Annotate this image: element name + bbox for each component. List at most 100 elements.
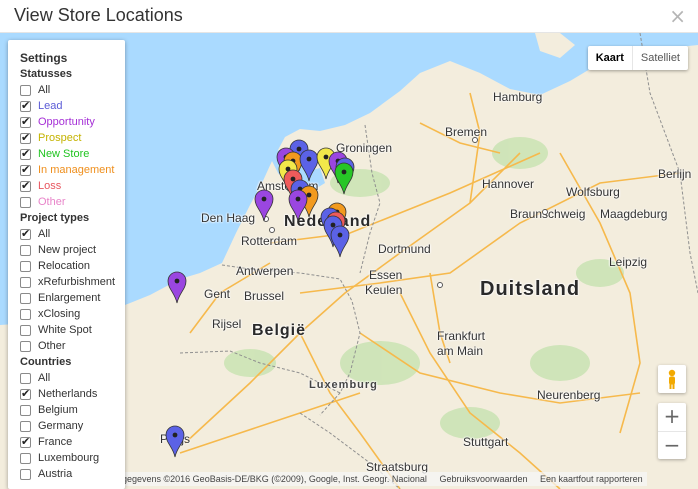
checkbox[interactable] <box>20 386 31 402</box>
checkbox[interactable] <box>20 420 31 432</box>
checkbox[interactable] <box>20 196 31 208</box>
terms-link[interactable]: Gebruiksvoorwaarden <box>439 474 527 484</box>
checkbox[interactable] <box>20 162 31 178</box>
countries-option[interactable]: Germany <box>20 418 125 434</box>
option-label: White Spot <box>38 324 92 336</box>
countries-option[interactable]: Belgium <box>20 402 125 418</box>
checkbox[interactable] <box>20 244 31 256</box>
ptypes-option[interactable]: Other <box>20 338 125 354</box>
map-type-satelliet-button[interactable]: Satelliet <box>631 46 688 70</box>
option-label: Belgium <box>38 404 78 416</box>
option-label: Germany <box>38 420 84 432</box>
store-pin-dot <box>337 232 343 238</box>
option-label: Austria <box>38 468 73 480</box>
statuses-option[interactable]: Lead <box>20 98 125 114</box>
checkbox[interactable] <box>20 84 31 96</box>
store-pin-icon[interactable] <box>254 189 274 222</box>
checkbox[interactable] <box>20 404 31 416</box>
store-pin-dot <box>295 196 301 202</box>
statuses-option[interactable]: New Store <box>20 146 125 162</box>
ptypes-option[interactable]: All <box>20 226 125 242</box>
store-pin-icon[interactable] <box>167 271 187 304</box>
dialog-header: View Store Locations × <box>0 0 698 33</box>
option-label: Relocation <box>38 260 90 272</box>
store-pin-icon[interactable] <box>334 162 354 195</box>
countries-option[interactable]: Austria <box>20 466 125 482</box>
option-label: xRefurbishment <box>38 276 116 288</box>
store-pin-icon[interactable] <box>288 189 308 222</box>
checkbox[interactable] <box>20 324 31 336</box>
statuses-heading: Statusses <box>20 68 72 80</box>
statuses-option[interactable]: Prospect <box>20 130 125 146</box>
store-pin-dot <box>261 196 267 202</box>
statuses-option[interactable]: Loss <box>20 178 125 194</box>
settings-title: Settings <box>20 51 68 65</box>
option-label: Opportunity <box>38 116 95 128</box>
store-pin-icon[interactable] <box>165 425 185 458</box>
map-attribution: gegevens ©2016 GeoBasis-DE/BKG (©2009), … <box>118 472 647 486</box>
option-label: All <box>38 372 51 384</box>
option-label: Other <box>38 196 66 208</box>
checkbox[interactable] <box>20 130 31 146</box>
option-label: France <box>38 436 73 448</box>
option-label: Prospect <box>38 132 82 144</box>
zoom-control: + − <box>658 403 686 459</box>
settings-panel: Settings Statusses All Lead Opportunity Pro… <box>8 40 125 489</box>
checkbox[interactable] <box>20 468 31 480</box>
statuses-option[interactable]: Other <box>20 194 125 210</box>
zoom-in-button[interactable]: + <box>658 403 686 431</box>
countries-option[interactable]: Luxembourg <box>20 450 125 466</box>
store-pin-dot <box>306 192 312 198</box>
checkbox[interactable] <box>20 452 31 464</box>
checkbox[interactable] <box>20 308 31 320</box>
checkbox[interactable] <box>20 434 31 450</box>
countries-option[interactable]: Netherlands <box>20 386 125 402</box>
ptypes-option[interactable]: Enlargement <box>20 290 125 306</box>
ptypes-option[interactable]: White Spot <box>20 322 125 338</box>
countries-option[interactable]: All <box>20 370 125 386</box>
store-pin-icon[interactable] <box>330 225 350 258</box>
ptypes-option[interactable]: xClosing <box>20 306 125 322</box>
statuses-option[interactable]: In management <box>20 162 125 178</box>
dialog-title: View Store Locations <box>14 5 183 25</box>
statuses-option[interactable]: Opportunity <box>20 114 125 130</box>
store-pin-dot <box>174 278 180 284</box>
store-pin-dot <box>341 169 347 175</box>
attribution-text: gegevens ©2016 GeoBasis-DE/BKG (©2009), … <box>122 474 427 484</box>
statuses-option[interactable]: All <box>20 82 125 98</box>
checkbox[interactable] <box>20 146 31 162</box>
report-error-link[interactable]: Een kaartfout rapporteren <box>540 474 643 484</box>
checkbox[interactable] <box>20 260 31 272</box>
checkbox[interactable] <box>20 276 31 288</box>
store-pin-dot <box>172 432 178 438</box>
checkbox[interactable] <box>20 114 31 130</box>
option-label: Enlargement <box>38 292 101 304</box>
pegman-icon[interactable] <box>658 365 686 393</box>
checkbox[interactable] <box>20 340 31 352</box>
store-pin-dot <box>306 156 312 162</box>
ptypes-option[interactable]: New project <box>20 242 125 258</box>
ptypes-option[interactable]: xRefurbishment <box>20 274 125 290</box>
checkbox[interactable] <box>20 178 31 194</box>
countries-option[interactable]: France <box>20 434 125 450</box>
option-label: Lead <box>38 100 63 112</box>
project-types-heading: Project types <box>20 212 90 224</box>
option-label: Other <box>38 340 66 352</box>
map-type-kaart-button[interactable]: Kaart <box>588 46 632 70</box>
store-pin-dot <box>296 146 302 152</box>
zoom-out-button[interactable]: − <box>658 431 686 460</box>
option-label: All <box>38 84 51 96</box>
ptypes-option[interactable]: Relocation <box>20 258 125 274</box>
checkbox[interactable] <box>20 98 31 114</box>
store-pin-icon[interactable] <box>299 149 319 182</box>
countries-heading: Countries <box>20 356 72 368</box>
option-label: New project <box>38 244 97 256</box>
close-icon[interactable]: × <box>669 4 686 28</box>
option-label: Netherlands <box>38 388 98 400</box>
store-pin-dot <box>323 154 329 160</box>
store-pin-dot <box>330 222 336 228</box>
option-label: Loss <box>38 180 62 192</box>
checkbox[interactable] <box>20 372 31 384</box>
checkbox[interactable] <box>20 226 31 242</box>
checkbox[interactable] <box>20 292 31 304</box>
